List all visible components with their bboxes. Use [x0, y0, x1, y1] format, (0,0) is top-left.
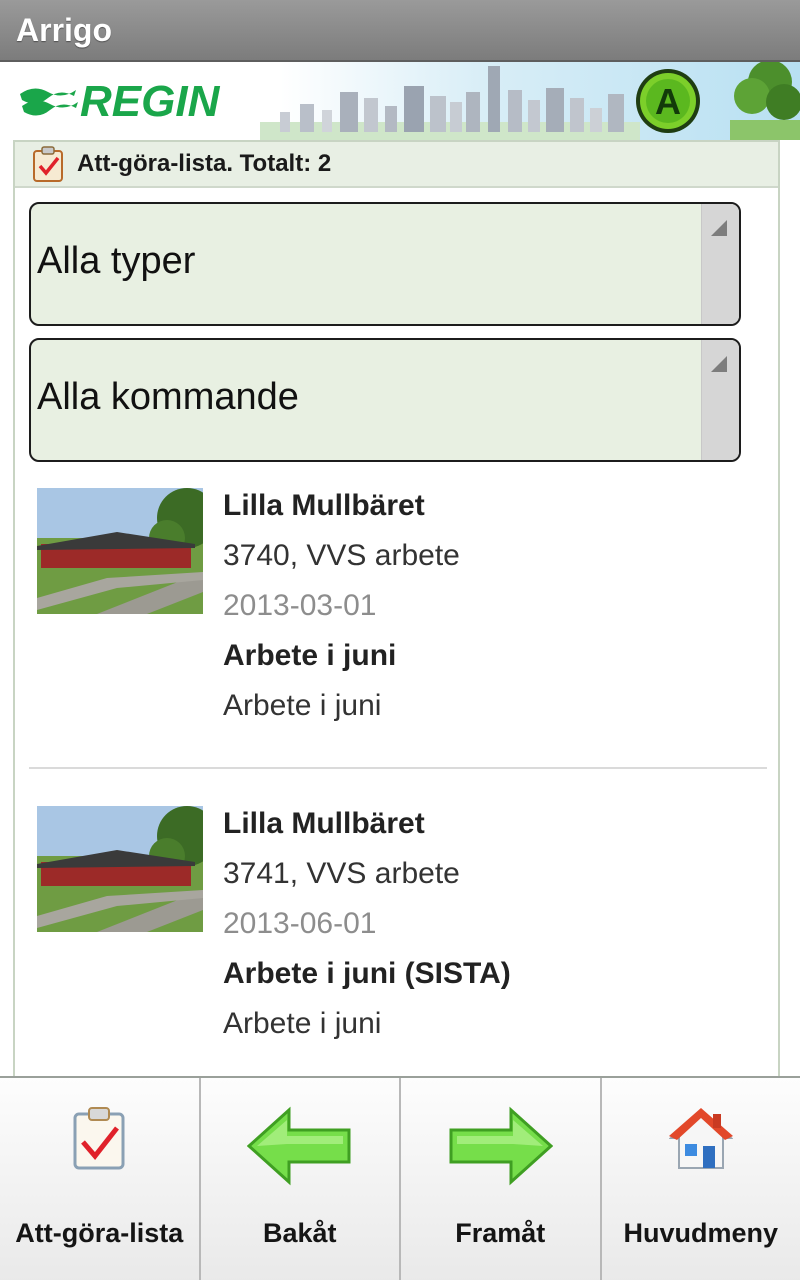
forward-button[interactable]: Framåt: [401, 1078, 602, 1280]
list-divider: [29, 767, 767, 769]
tree-image: [730, 62, 800, 140]
list-item[interactable]: Lilla Mullbäret 3741, VVS arbete 2013-06…: [35, 806, 755, 1076]
list-item[interactable]: Lilla Mullbäret 3740, VVS arbete 2013-03…: [35, 488, 755, 758]
item-work-order: 3740, VVS arbete: [223, 539, 460, 572]
type-filter-arrow-area[interactable]: [701, 204, 739, 324]
dropdown-arrow-icon: [711, 220, 727, 236]
app-title-bar: Arrigo: [0, 0, 800, 62]
arrigo-badge-icon: A: [636, 69, 700, 133]
item-date: 2013-06-01: [223, 907, 377, 940]
dropdown-arrow-icon: [711, 356, 727, 372]
todo-panel: Att-göra-lista. Totalt: 2 Alla typer All…: [13, 140, 780, 1076]
item-date: 2013-03-01: [223, 589, 377, 622]
house-icon: [668, 1108, 733, 1169]
back-label: Bakåt: [262, 1218, 337, 1248]
time-filter-value: Alla kommande: [37, 376, 299, 418]
back-button[interactable]: Bakåt: [200, 1078, 401, 1280]
arrow-left-icon: [246, 1106, 351, 1186]
clipboard-check-icon: [33, 146, 63, 182]
regin-logo: REGIN: [20, 77, 221, 126]
item-description: Arbete i juni: [223, 689, 382, 722]
main-menu-label: Huvudmeny: [623, 1218, 779, 1248]
panel-header: Att-göra-lista. Totalt: 2: [15, 142, 778, 188]
main-menu-button[interactable]: Huvudmeny: [601, 1078, 800, 1280]
panel-title: Att-göra-lista. Totalt: 2: [77, 150, 332, 177]
city-skyline-image: [260, 66, 640, 140]
svg-text:A: A: [655, 81, 681, 122]
item-location: Lilla Mullbäret: [223, 489, 425, 522]
bottom-toolbar: Att-göra-lista Bakåt Framåt Huvudmeny: [0, 1076, 800, 1280]
arrow-right-icon: [449, 1106, 554, 1186]
item-heading: Arbete i juni (SISTA): [223, 957, 511, 990]
todo-list-button[interactable]: Att-göra-lista: [0, 1078, 201, 1280]
building-photo: [37, 488, 203, 614]
clipboard-check-icon: [73, 1107, 125, 1170]
type-filter-value: Alla typer: [37, 240, 196, 282]
item-work-order: 3741, VVS arbete: [223, 857, 460, 890]
item-description: Arbete i juni: [223, 1007, 382, 1040]
time-filter-arrow-area[interactable]: [701, 340, 739, 460]
app-title: Arrigo: [16, 12, 112, 48]
todo-list-label: Att-göra-lista: [15, 1218, 184, 1248]
svg-text:REGIN: REGIN: [80, 77, 221, 126]
forward-label: Framåt: [455, 1218, 546, 1248]
type-filter-select[interactable]: Alla typer: [29, 202, 741, 326]
brand-banner: REGIN A: [0, 62, 800, 140]
time-filter-select[interactable]: Alla kommande: [29, 338, 741, 462]
item-location: Lilla Mullbäret: [223, 807, 425, 840]
building-photo: [37, 806, 203, 932]
item-heading: Arbete i juni: [223, 639, 397, 672]
